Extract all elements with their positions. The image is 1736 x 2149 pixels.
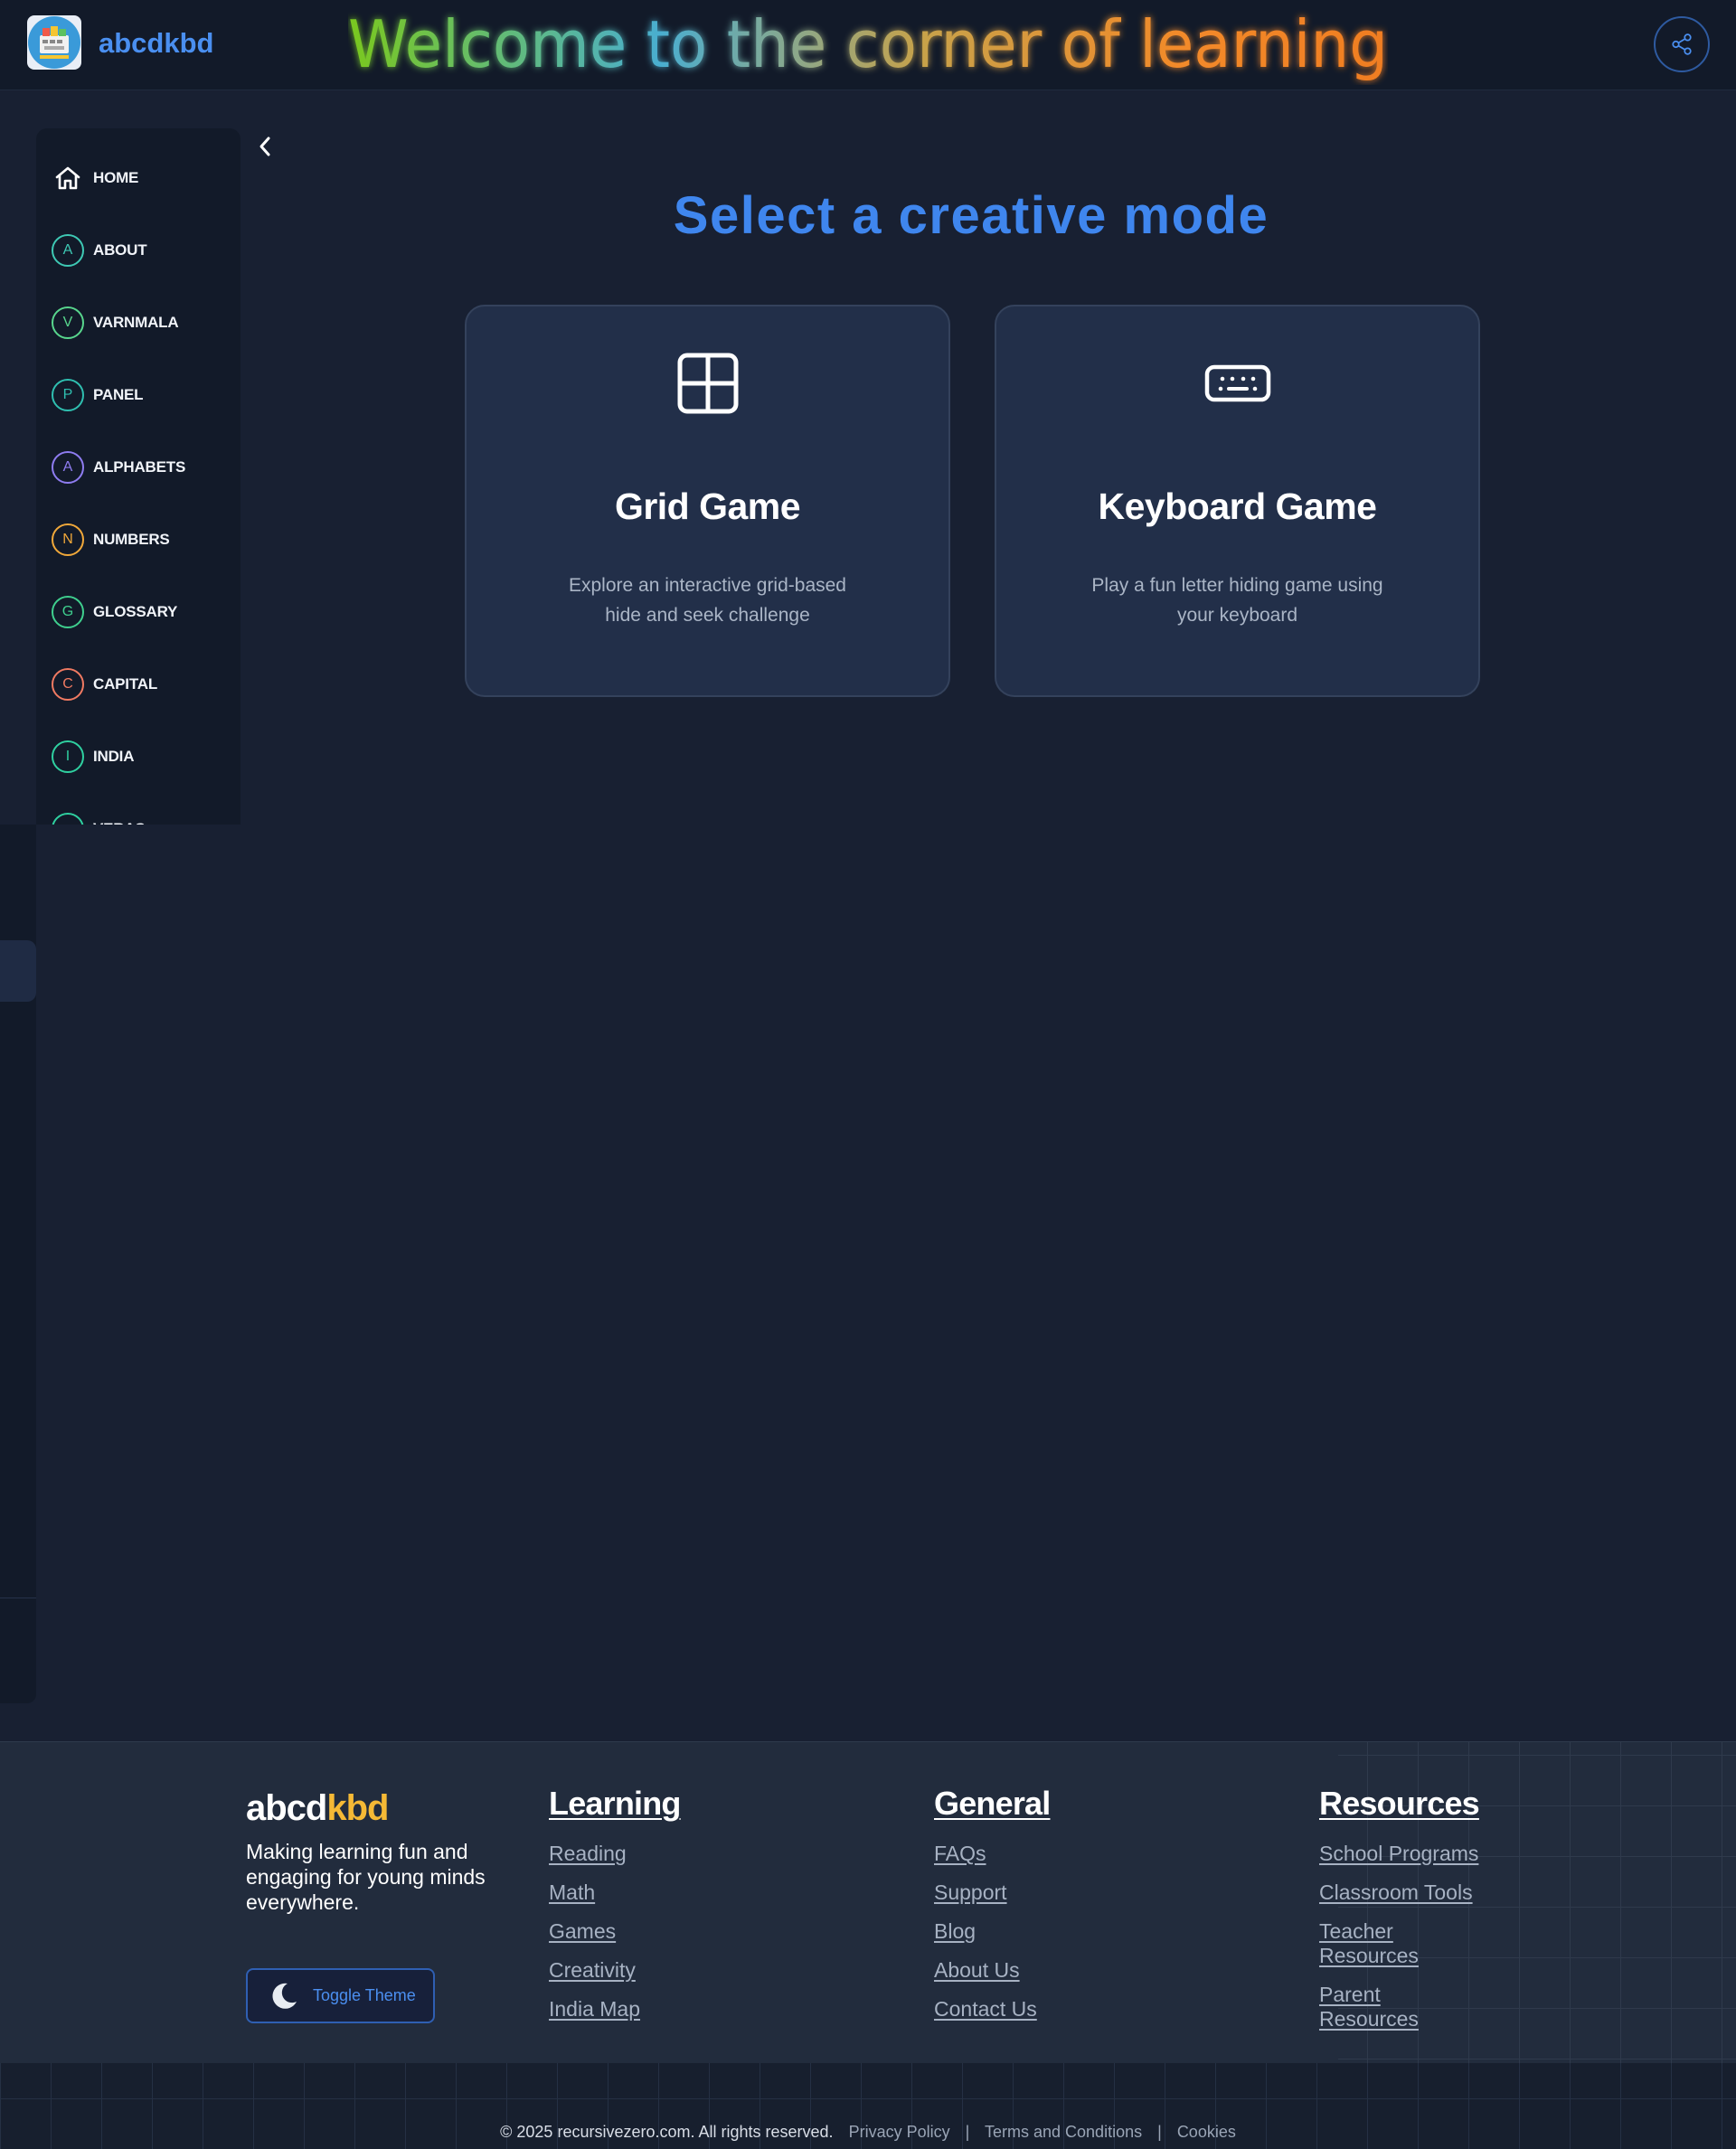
welcome-banner-text: Welcome to the corner of learning bbox=[348, 6, 1388, 82]
chevron-left-icon bbox=[259, 137, 270, 156]
footer-link[interactable]: Math bbox=[549, 1873, 681, 1912]
separator: | bbox=[965, 2123, 970, 2141]
footer-column-learning: Learning Reading Math Games Creativity I… bbox=[549, 1785, 681, 2029]
sidebar-item-label: PANEL bbox=[93, 386, 144, 403]
sidebar-item-label: VERAS bbox=[93, 820, 146, 825]
keyboard-icon bbox=[1204, 364, 1270, 402]
footer-legal-bar: © 2025 recursivezero.com. All rights res… bbox=[0, 2123, 1736, 2142]
letter-badge-icon: A bbox=[52, 451, 84, 484]
sidebar-item-alphabets[interactable]: A ALPHABETS bbox=[52, 449, 232, 485]
sidebar-item-label: HOME bbox=[93, 169, 139, 186]
footer-column-title: Learning bbox=[549, 1785, 681, 1822]
footer-column-title: Resources bbox=[1319, 1785, 1480, 1822]
share-button[interactable] bbox=[1654, 16, 1710, 72]
toggle-theme-button[interactable]: Toggle Theme bbox=[246, 1968, 435, 2023]
copyright-text: © 2025 recursivezero.com. All rights res… bbox=[500, 2123, 834, 2141]
keyboard-game-card[interactable]: Keyboard Game Play a fun letter hiding g… bbox=[995, 305, 1480, 697]
footer-brand[interactable]: abcdkbd bbox=[246, 1788, 389, 1829]
collapse-sidebar-button[interactable] bbox=[253, 131, 277, 162]
sidebar-item-label: GLOSSARY bbox=[93, 603, 178, 620]
separator: | bbox=[1157, 2123, 1162, 2141]
footer-column-resources: Resources School Programs Classroom Tool… bbox=[1319, 1785, 1500, 2031]
footer-brand-part-a: abcd bbox=[246, 1788, 327, 1828]
card-description: Play a fun letter hiding game using your… bbox=[1091, 575, 1383, 626]
sidebar-item-panel[interactable]: P PANEL bbox=[52, 377, 232, 413]
cookies-link[interactable]: Cookies bbox=[1177, 2123, 1236, 2141]
sidebar-item-capital[interactable]: C CAPITAL bbox=[52, 666, 232, 702]
footer-link[interactable]: Parent Resources bbox=[1319, 1968, 1428, 2031]
share-icon bbox=[1672, 33, 1692, 55]
footer-column-title: General bbox=[934, 1785, 1051, 1822]
footer-link[interactable]: School Programs bbox=[1319, 1834, 1500, 1873]
grid-game-card[interactable]: Grid Game Explore an interactive grid-ba… bbox=[465, 305, 950, 697]
letter-badge-icon: P bbox=[52, 379, 84, 411]
footer-brand-part-b: kbd bbox=[326, 1788, 389, 1828]
app-logo[interactable] bbox=[27, 15, 81, 70]
footer-link[interactable]: Support bbox=[934, 1873, 1050, 1912]
top-header: abcdkbd Welcome to the corner of learnin… bbox=[0, 0, 1736, 90]
card-title: Grid Game bbox=[614, 485, 801, 527]
sidebar-item-label: CAPITAL bbox=[93, 675, 157, 693]
sidebar-item-numbers[interactable]: N NUMBERS bbox=[52, 522, 232, 558]
site-footer: abcdkbd Making learning fun and engaging… bbox=[0, 1741, 1736, 2149]
footer-link[interactable]: Contact Us bbox=[934, 1990, 1050, 2029]
letter-badge-icon: C bbox=[52, 668, 84, 701]
page-title: Select a creative mode bbox=[673, 186, 1269, 245]
card-description: Explore an interactive grid-based hide a… bbox=[568, 575, 846, 626]
letter-badge-icon: N bbox=[52, 523, 84, 556]
brand-name[interactable]: abcdkbd bbox=[99, 27, 213, 60]
footer-link[interactable]: India Map bbox=[549, 1990, 681, 2029]
footer-link[interactable]: Classroom Tools bbox=[1319, 1873, 1500, 1912]
terms-link[interactable]: Terms and Conditions bbox=[985, 2123, 1142, 2141]
svg-text:Welcome to the corner of learn: Welcome to the corner of learning bbox=[348, 6, 1388, 82]
welcome-banner: Welcome to the corner of learning bbox=[348, 4, 1388, 85]
footer-link[interactable]: Blog bbox=[934, 1912, 1050, 1951]
card-title: Keyboard Game bbox=[1098, 485, 1377, 527]
footer-link[interactable]: Games bbox=[549, 1912, 681, 1951]
letter-badge-icon bbox=[52, 813, 84, 825]
sidebar-item-india[interactable]: I INDIA bbox=[52, 739, 232, 775]
footer-link[interactable]: Teacher Resources bbox=[1319, 1912, 1428, 1968]
sidebar-item-label: VARNMALA bbox=[93, 314, 179, 331]
letter-badge-icon: G bbox=[52, 596, 84, 628]
footer-link[interactable]: Creativity bbox=[549, 1951, 681, 1990]
sidebar-drawer-tab[interactable] bbox=[0, 940, 36, 1002]
sidebar-item-label: INDIA bbox=[93, 748, 135, 765]
sidebar-item-label: ALPHABETS bbox=[93, 458, 186, 476]
sidebar-item-label: NUMBERS bbox=[93, 531, 170, 548]
letter-badge-icon: V bbox=[52, 306, 84, 339]
footer-column-general: General FAQs Support Blog About Us Conta… bbox=[934, 1785, 1051, 2029]
footer-tagline: Making learning fun and engaging for you… bbox=[246, 1840, 486, 1914]
grid-icon bbox=[677, 353, 738, 414]
footer-link[interactable]: FAQs bbox=[934, 1834, 1050, 1873]
footer-link[interactable]: Reading bbox=[549, 1834, 681, 1873]
footer-link[interactable]: About Us bbox=[934, 1951, 1050, 1990]
privacy-policy-link[interactable]: Privacy Policy bbox=[849, 2123, 950, 2141]
sidebar-item-varnmala[interactable]: V VARNMALA bbox=[52, 305, 232, 341]
letter-badge-icon: I bbox=[52, 740, 84, 773]
toggle-theme-label: Toggle Theme bbox=[313, 1986, 416, 2004]
sidebar-item-veras[interactable]: VERAS bbox=[52, 811, 232, 825]
moon-icon bbox=[272, 1983, 297, 2009]
sidebar-item-glossary[interactable]: G GLOSSARY bbox=[52, 594, 232, 630]
